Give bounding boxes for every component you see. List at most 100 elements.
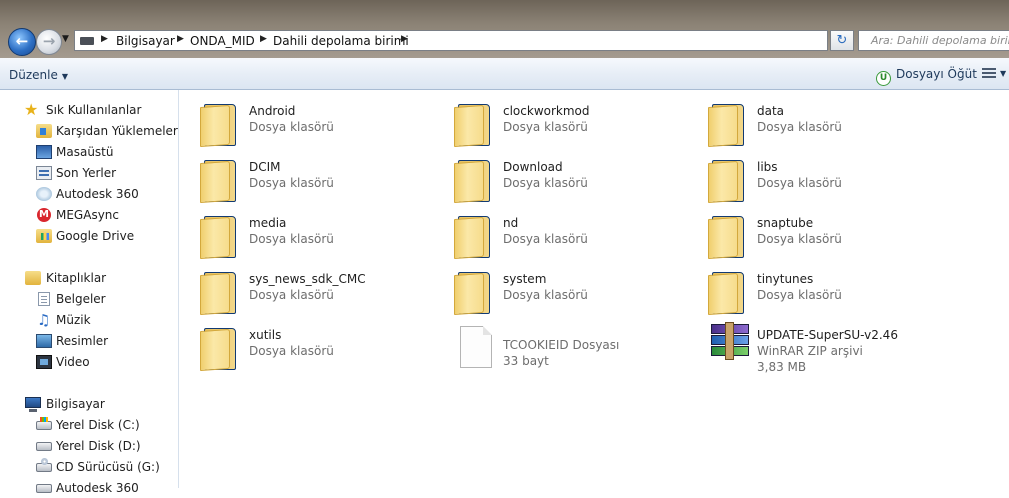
cloud-icon (36, 187, 52, 201)
video-icon (36, 355, 52, 369)
file-item[interactable]: DCIM Dosya klasörü (198, 154, 448, 208)
google-drive-icon (36, 229, 52, 243)
folder-icon (454, 100, 490, 148)
back-button[interactable]: ← (8, 28, 36, 56)
system-drive-icon (36, 417, 52, 430)
file-item[interactable]: media Dosya klasörü (198, 210, 448, 264)
file-type: Dosya klasörü (757, 120, 842, 134)
file-type: WinRAR ZIP arşivi (757, 344, 863, 358)
folder-icon (708, 212, 744, 260)
burn-icon: U (876, 71, 891, 86)
mega-icon: M (37, 208, 51, 222)
file-item[interactable]: libs Dosya klasörü (706, 154, 956, 208)
nav-label: Sık Kullanılanlar (46, 103, 142, 117)
file-name: Download (503, 160, 563, 174)
file-type: Dosya klasörü (249, 120, 334, 134)
chevron-down-icon[interactable]: ▼ (1000, 69, 1006, 78)
file-type: Dosya klasörü (757, 176, 842, 190)
file-name: xutils (249, 328, 282, 342)
folder-icon (200, 324, 236, 372)
burn-button[interactable]: U Dosyayı Öğüt (876, 67, 977, 86)
folder-icon (708, 100, 744, 148)
file-type: Dosya klasörü (503, 288, 588, 302)
file-item[interactable]: clockworkmod Dosya klasörü (452, 98, 702, 152)
file-name: nd (503, 216, 519, 230)
file-item[interactable]: xutils Dosya klasörü (198, 322, 448, 376)
file-item[interactable]: sys_news_sdk_CMC Dosya klasörü (198, 266, 448, 320)
file-size: 3,83 MB (757, 360, 807, 374)
file-item[interactable]: snaptube Dosya klasörü (706, 210, 956, 264)
refresh-icon: ↻ (836, 33, 848, 48)
file-item[interactable]: data Dosya klasörü (706, 98, 956, 152)
recent-places-icon (36, 166, 52, 180)
nav-label: Google Drive (56, 229, 135, 243)
folder-icon (200, 156, 236, 204)
computer-icon (80, 37, 94, 45)
music-note-icon: ♫ (37, 311, 51, 329)
folder-icon (454, 212, 490, 260)
arrow-right-icon: → (42, 32, 56, 50)
search-input[interactable]: Ara: Dahili depolama birimi (858, 30, 1009, 51)
file-item[interactable]: system Dosya klasörü (452, 266, 702, 320)
nav-label: Yerel Disk (D:) (56, 439, 141, 453)
breadcrumb-chevron-icon[interactable]: ▶ (260, 34, 267, 44)
breadcrumb-device[interactable]: ONDA_MID (190, 34, 255, 48)
file-name: libs (757, 160, 778, 174)
nav-label: Yerel Disk (C:) (56, 418, 140, 432)
navigation-pane: ★ Sık Kullanılanlar Karşıdan Yüklemeler … (0, 90, 179, 495)
file-size: 33 bayt (503, 354, 549, 368)
file-item[interactable]: nd Dosya klasörü (452, 210, 702, 264)
file-name: tinytunes (757, 272, 814, 286)
file-type: Dosya klasörü (757, 232, 842, 246)
breadcrumb-chevron-icon[interactable]: ▶ (401, 34, 408, 44)
file-item[interactable]: Android Dosya klasörü (198, 98, 448, 152)
arrow-left-icon: ← (15, 32, 29, 50)
file-type: TCOOKIEID Dosyası (503, 338, 620, 352)
breadcrumb-storage[interactable]: Dahili depolama birimi (273, 34, 409, 48)
file-item[interactable]: UPDATE-SuperSU-v2.46 WinRAR ZIP arşivi 3… (706, 322, 956, 376)
file-item[interactable]: TCOOKIEID Dosyası 33 bayt (452, 326, 702, 380)
file-name: clockworkmod (503, 104, 590, 118)
breadcrumb-computer[interactable]: Bilgisayar (116, 34, 175, 48)
breadcrumb-chevron-icon[interactable]: ▶ (101, 34, 108, 44)
nav-label: CD Sürücüsü (G:) (56, 460, 160, 474)
file-name: media (249, 216, 287, 230)
file-name: sys_news_sdk_CMC (249, 272, 366, 286)
nav-label: MEGAsync (56, 208, 119, 222)
file-type: Dosya klasörü (249, 232, 334, 246)
chevron-down-icon: ▼ (61, 72, 69, 81)
nav-label: Belgeler (56, 292, 106, 306)
drive-icon (36, 442, 52, 451)
file-name: Android (249, 104, 296, 118)
view-options-icon[interactable] (982, 68, 996, 80)
folder-icon (708, 268, 744, 316)
nav-label: Video (56, 355, 90, 369)
file-name: snaptube (757, 216, 814, 230)
blank-file-icon (460, 326, 492, 368)
breadcrumb-chevron-icon[interactable]: ▶ (177, 34, 184, 44)
winrar-archive-icon (711, 322, 749, 360)
folder-icon (454, 156, 490, 204)
file-type: Dosya klasörü (249, 288, 334, 302)
folder-icon (200, 268, 236, 316)
forward-button[interactable]: → (36, 29, 62, 55)
computer-icon (25, 397, 41, 412)
picture-icon (36, 334, 52, 348)
command-bar: Düzenle ▼ U Dosyayı Öğüt ▼ (0, 58, 1009, 90)
file-type: Dosya klasörü (249, 344, 334, 358)
organize-button[interactable]: Düzenle ▼ (9, 68, 68, 82)
file-item[interactable]: Download Dosya klasörü (452, 154, 702, 208)
organize-label: Düzenle (9, 68, 58, 82)
file-item[interactable]: tinytunes Dosya klasörü (706, 266, 956, 320)
nav-label: Müzik (56, 313, 91, 327)
file-type: Dosya klasörü (503, 232, 588, 246)
star-icon: ★ (24, 100, 39, 119)
refresh-button[interactable]: ↻ (830, 30, 854, 51)
address-bar[interactable]: ▶ Bilgisayar ▶ ONDA_MID ▶ Dahili depolam… (74, 30, 894, 51)
file-type: Dosya klasörü (503, 176, 588, 190)
nav-label: Autodesk 360 (56, 481, 139, 495)
nav-label: Kitaplıklar (46, 271, 107, 285)
document-icon (38, 292, 50, 306)
address-bar-area: ← → ▼ ▶ Bilgisayar ▶ ONDA_MID ▶ Dahili d… (0, 0, 1009, 58)
history-dropdown-icon[interactable]: ▼ (62, 34, 69, 44)
